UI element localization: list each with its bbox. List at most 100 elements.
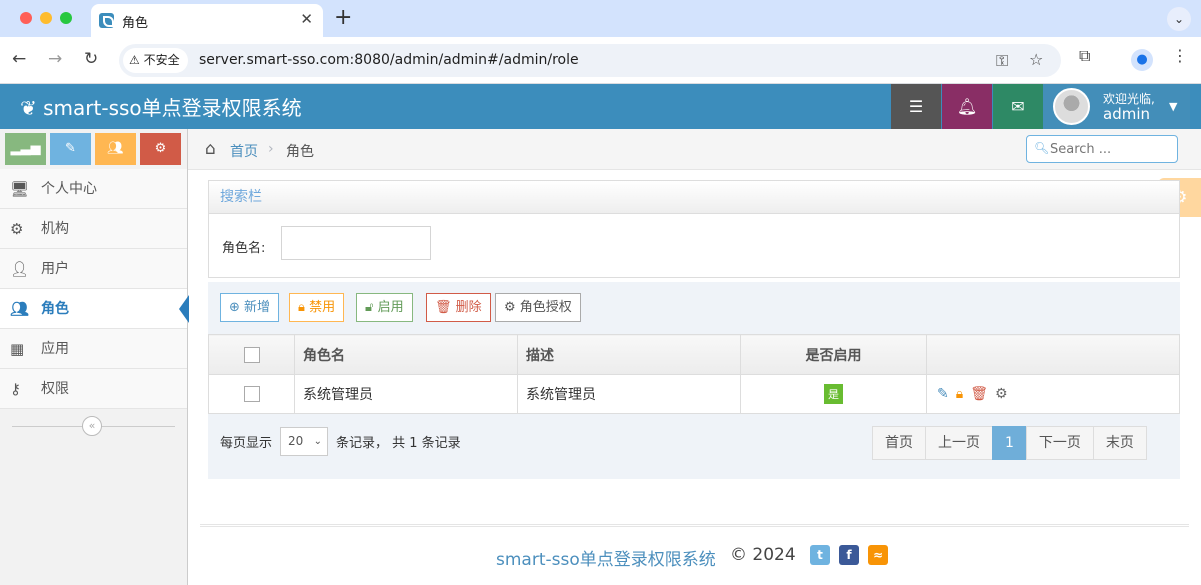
th-large-icon: ▦ bbox=[10, 340, 25, 358]
minimize-window-button[interactable] bbox=[40, 12, 52, 24]
authorize-button[interactable]: ⚙ 角色授权 bbox=[495, 293, 581, 322]
sidebar-item-label: 应用 bbox=[41, 341, 69, 357]
sidebar-item-apps[interactable]: ▦ 应用 bbox=[0, 329, 187, 369]
messages-button[interactable]: ✉ bbox=[993, 84, 1043, 129]
select-all-cell bbox=[208, 334, 295, 375]
column-header-description[interactable]: 描述 bbox=[517, 334, 741, 375]
desktop-icon: 🖥︎ bbox=[10, 180, 30, 198]
delete-label: 删除 bbox=[455, 300, 482, 315]
delete-button[interactable]: 🗑︎ 删除 bbox=[426, 293, 491, 322]
sidebar-collapse: « bbox=[0, 411, 187, 441]
key-icon: ⚷ bbox=[10, 380, 21, 398]
shortcut-pencil-button[interactable]: ✎ bbox=[50, 133, 91, 165]
cog-icon: ⚙ bbox=[504, 300, 516, 315]
browser-toolbar: ← → ↻ ⚠ 不安全 server.smart-sso.com:8080/ad… bbox=[0, 37, 1201, 84]
per-page-label: 每页显示 bbox=[220, 436, 273, 451]
user-menu[interactable]: 欢迎光临, admin ▼ bbox=[1043, 84, 1190, 129]
search-panel: 搜索栏 角色名: bbox=[208, 180, 1180, 278]
add-button[interactable]: ⊕ 新增 bbox=[220, 293, 280, 322]
pagination: 首页 上一页 1 下一页 末页 bbox=[872, 426, 1147, 460]
role-name-cell: 系统管理员 bbox=[294, 374, 518, 414]
tasks-icon: ☰ bbox=[908, 97, 924, 116]
footer-copyright: © 2024 bbox=[730, 545, 796, 565]
last-page-button[interactable]: 末页 bbox=[1092, 426, 1147, 460]
search-input[interactable] bbox=[1050, 139, 1174, 159]
tab-search-button[interactable]: ⌄ bbox=[1167, 7, 1191, 31]
collapse-sidebar-button[interactable]: « bbox=[82, 416, 102, 436]
next-page-button[interactable]: 下一页 bbox=[1025, 426, 1094, 460]
tab-close-button[interactable]: ✕ bbox=[300, 10, 313, 28]
browser-tab-bar: 角色 ✕ + ⌄ bbox=[0, 0, 1201, 37]
row-actions-cell: ✎ 🔒︎ 🗑︎ ⚙ bbox=[926, 374, 1180, 414]
new-tab-button[interactable]: + bbox=[334, 5, 352, 30]
facebook-icon[interactable]: f bbox=[839, 545, 859, 565]
role-name-input[interactable] bbox=[281, 226, 431, 260]
notifications-button[interactable]: 🔔︎ bbox=[942, 84, 992, 129]
breadcrumb-home-link[interactable]: 首页 bbox=[230, 141, 258, 161]
forward-icon[interactable]: → bbox=[48, 49, 62, 69]
prev-page-button[interactable]: 上一页 bbox=[925, 426, 993, 460]
shortcut-signal-button[interactable]: ▂▃▅ bbox=[5, 133, 46, 165]
breadcrumb: ⌂ 首页 › 角色 🔍︎ bbox=[188, 129, 1201, 170]
current-page-button[interactable]: 1 bbox=[992, 426, 1027, 460]
authorize-label: 角色授权 bbox=[519, 300, 572, 315]
browser-menu-icon[interactable]: ⋮ bbox=[1172, 46, 1188, 65]
role-description-cell: 系统管理员 bbox=[517, 374, 741, 414]
security-indicator[interactable]: ⚠ 不安全 bbox=[123, 48, 188, 73]
password-key-icon[interactable]: ⚿ bbox=[996, 51, 1008, 71]
disable-button[interactable]: 🔒︎ 禁用 bbox=[289, 293, 345, 322]
lock-icon[interactable]: 🔒︎ bbox=[956, 386, 963, 402]
enable-button[interactable]: 🔓︎ 启用 bbox=[356, 293, 413, 322]
table-row: 系统管理员 系统管理员 是 ✎ 🔒︎ 🗑︎ ⚙ bbox=[208, 374, 1180, 414]
select-all-checkbox[interactable] bbox=[243, 346, 260, 363]
sidebar-item-permissions[interactable]: ⚷ 权限 bbox=[0, 369, 187, 409]
first-page-button[interactable]: 首页 bbox=[872, 426, 926, 460]
shortcut-users-button[interactable]: 👥︎ bbox=[95, 133, 136, 165]
add-label: 新增 bbox=[244, 300, 271, 315]
column-header-name[interactable]: 角色名 bbox=[294, 334, 518, 375]
brand-text: smart-sso单点登录权限系统 bbox=[43, 96, 302, 120]
search-panel-title: 搜索栏 bbox=[209, 181, 1179, 214]
profile-icon[interactable]: ● bbox=[1131, 49, 1153, 71]
sidebar-item-label: 角色 bbox=[41, 301, 69, 317]
tasks-button[interactable]: ☰ bbox=[891, 84, 941, 129]
cogs-icon: ⚙ bbox=[154, 141, 167, 156]
reload-icon[interactable]: ↻ bbox=[84, 49, 98, 69]
app-brand[interactable]: ❦ smart-sso单点登录权限系统 bbox=[20, 92, 302, 121]
search-icon: 🔍︎ bbox=[1034, 141, 1050, 155]
per-page-select[interactable]: 20 ⌄ bbox=[280, 427, 328, 456]
sidebar-item-profile[interactable]: 🖥︎ 个人中心 bbox=[0, 169, 187, 209]
shortcut-cogs-button[interactable]: ⚙ bbox=[140, 133, 181, 165]
plus-circle-icon: ⊕ bbox=[229, 300, 240, 315]
sidebar-item-label: 机构 bbox=[41, 221, 69, 237]
browser-tab[interactable]: 角色 ✕ bbox=[91, 4, 323, 37]
rss-icon[interactable]: ≈ bbox=[868, 545, 888, 565]
record-summary: 条记录， 共 1 条记录 bbox=[336, 436, 461, 451]
table-panel: ⊕ 新增 🔒︎ 禁用 🔓︎ 启用 🗑︎ 删除 ⚙ 角色授权 角色名 描述 是否启… bbox=[208, 282, 1180, 479]
cog-icon[interactable]: ⚙ bbox=[995, 386, 1008, 402]
edit-pencil-icon[interactable]: ✎ bbox=[937, 386, 949, 402]
close-window-button[interactable] bbox=[20, 12, 32, 24]
column-header-enabled[interactable]: 是否启用 bbox=[740, 334, 927, 375]
maximize-window-button[interactable] bbox=[60, 12, 72, 24]
role-enabled-cell: 是 bbox=[740, 374, 927, 414]
extensions-icon[interactable]: ⧉ bbox=[1079, 46, 1090, 66]
unlock-icon: 🔓︎ bbox=[365, 300, 374, 315]
leaf-favicon-icon bbox=[99, 13, 114, 28]
breadcrumb-current: 角色 bbox=[286, 144, 314, 160]
bookmark-star-icon[interactable]: ☆ bbox=[1029, 50, 1043, 69]
row-checkbox[interactable] bbox=[243, 386, 260, 402]
twitter-icon[interactable]: t bbox=[810, 545, 830, 565]
table-header-row: 角色名 描述 是否启用 bbox=[208, 334, 1180, 375]
sidebar-item-roles[interactable]: 👥︎ 角色 bbox=[0, 289, 189, 329]
nav-search: 🔍︎ bbox=[1026, 135, 1178, 163]
trash-icon[interactable]: 🗑︎ bbox=[970, 386, 988, 402]
warning-icon: ⚠ bbox=[129, 53, 140, 67]
sidebar-item-users[interactable]: 👤︎ 用户 bbox=[0, 249, 187, 289]
home-icon: ⌂ bbox=[205, 139, 216, 159]
back-icon[interactable]: ← bbox=[12, 49, 26, 69]
sidebar-item-org[interactable]: ⚙ 机构 bbox=[0, 209, 187, 249]
url-text[interactable]: server.smart-sso.com:8080/admin/admin#/a… bbox=[199, 52, 579, 68]
security-label: 不安全 bbox=[143, 53, 180, 67]
address-bar[interactable]: ⚠ 不安全 server.smart-sso.com:8080/admin/ad… bbox=[119, 44, 1061, 77]
